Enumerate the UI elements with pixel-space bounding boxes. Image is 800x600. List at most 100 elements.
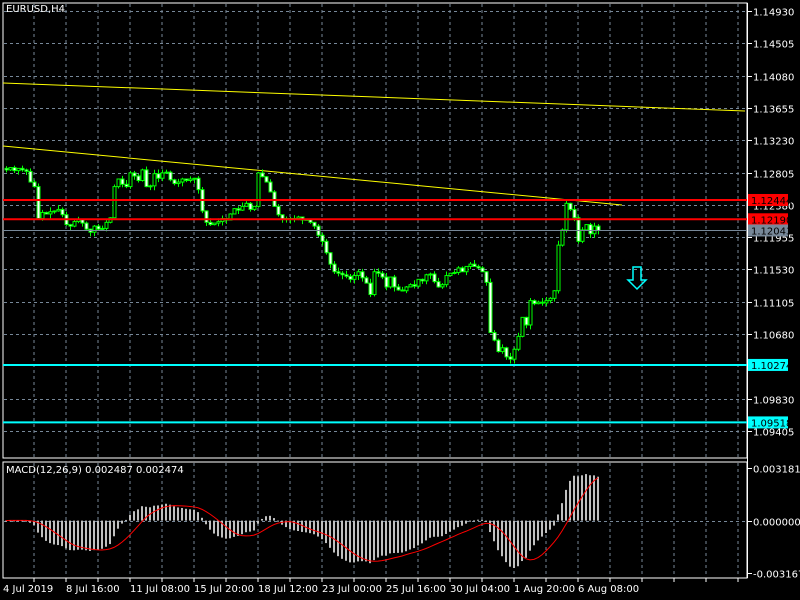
macd-histogram-bar bbox=[325, 520, 327, 544]
trendline bbox=[2, 82, 746, 112]
candle-bull bbox=[592, 225, 597, 235]
macd-histogram-bar bbox=[409, 520, 411, 550]
macd-histogram-bar bbox=[365, 520, 367, 562]
macd-histogram-bar bbox=[449, 520, 451, 532]
candle-bear bbox=[28, 170, 33, 183]
macd-histogram-bar bbox=[313, 520, 315, 535]
macd-histogram-bar bbox=[121, 520, 123, 524]
macd-histogram-bar bbox=[373, 520, 375, 561]
candle-bear bbox=[472, 263, 477, 267]
macd-histogram-bar bbox=[237, 520, 239, 536]
macd-histogram-bar bbox=[533, 520, 535, 546]
macd-histogram-bar bbox=[261, 518, 263, 521]
candle-bull bbox=[244, 202, 249, 207]
candle-bear bbox=[596, 225, 601, 231]
macd-histogram-bar bbox=[589, 475, 591, 521]
candle-bull bbox=[104, 221, 109, 229]
candle-bull bbox=[100, 227, 105, 230]
macd-histogram-bar bbox=[225, 520, 227, 539]
candle-bear bbox=[504, 347, 509, 358]
macd-histogram-bar bbox=[169, 504, 171, 521]
candle-bear bbox=[320, 234, 325, 242]
candle-bear bbox=[572, 208, 577, 219]
macd-histogram-bar bbox=[577, 476, 579, 521]
candle-bull bbox=[464, 265, 469, 273]
macd-histogram-bar bbox=[329, 520, 331, 548]
macd-histogram-bar bbox=[453, 520, 455, 530]
candle-bear bbox=[204, 210, 209, 223]
macd-histogram-bar bbox=[333, 520, 335, 553]
candle-bear bbox=[172, 179, 177, 185]
candle-bear bbox=[156, 173, 161, 179]
macd-histogram-bar bbox=[113, 520, 115, 537]
macd-histogram-bar bbox=[137, 509, 139, 521]
macd-histogram-bar bbox=[481, 519, 483, 521]
macd-histogram-bar bbox=[545, 520, 547, 534]
macd-histogram-bar bbox=[345, 520, 347, 561]
candle-bear bbox=[236, 208, 241, 211]
symbol-title: EURUSD,H4 bbox=[6, 4, 66, 15]
candle-bear bbox=[184, 178, 189, 182]
macd-histogram-bar bbox=[253, 520, 255, 531]
macd-histogram-bar bbox=[457, 520, 459, 528]
macd-histogram-bar bbox=[529, 520, 531, 551]
candle-bear bbox=[476, 265, 481, 269]
macd-histogram-bar bbox=[257, 520, 259, 524]
candle-bear bbox=[260, 172, 265, 178]
macd-histogram-bar bbox=[201, 517, 203, 521]
candle-bear bbox=[124, 183, 129, 188]
macd-histogram-bar bbox=[553, 520, 555, 526]
price-label: 1.12805 bbox=[753, 170, 794, 181]
macd-histogram-bar bbox=[385, 520, 387, 556]
macd-histogram-bar bbox=[377, 520, 379, 558]
macd-histogram-bar bbox=[381, 520, 383, 556]
candle-bear bbox=[400, 289, 405, 292]
support-price-label: 1.09518 bbox=[751, 418, 792, 429]
chart-canvas[interactable]: 4 Jul 2019 8 Jul 16:00 11 Jul 08:00 15 Jul … bbox=[0, 0, 800, 600]
macd-histogram-bar bbox=[401, 520, 403, 553]
candle-bear bbox=[340, 272, 345, 276]
candle-bear bbox=[488, 281, 493, 334]
candle-bear bbox=[60, 208, 65, 216]
macd-histogram-bar bbox=[513, 520, 515, 568]
time-label: 6 Aug 08:00 bbox=[578, 584, 639, 595]
macd-histogram-bar bbox=[153, 505, 155, 521]
candle-bull bbox=[188, 178, 193, 182]
candle-bull bbox=[8, 167, 13, 171]
candle-bull bbox=[192, 177, 197, 180]
macd-histogram-bar bbox=[309, 520, 311, 534]
candle-bear bbox=[396, 286, 401, 291]
candle-bear bbox=[4, 167, 9, 171]
macd-histogram-bar bbox=[557, 514, 559, 521]
price-label: 1.14080 bbox=[753, 73, 794, 84]
candle-bear bbox=[392, 276, 397, 288]
candle-bull bbox=[164, 171, 169, 174]
candle-bear bbox=[268, 181, 273, 193]
candle-bull bbox=[584, 224, 589, 231]
candle-bull bbox=[48, 211, 53, 215]
macd-histogram-bar bbox=[389, 520, 391, 554]
candle-bull bbox=[456, 267, 461, 274]
macd-histogram-bar bbox=[273, 518, 275, 521]
macd-histogram-bar bbox=[193, 509, 195, 521]
macd-histogram-bar bbox=[69, 520, 71, 551]
time-label: 4 Jul 2019 bbox=[3, 584, 53, 595]
macd-histogram-bar bbox=[341, 520, 343, 559]
candle-bear bbox=[380, 272, 385, 278]
trendline bbox=[2, 145, 623, 206]
price-label: 1.13655 bbox=[753, 105, 794, 116]
macd-histogram-bar bbox=[413, 520, 415, 549]
macd-histogram-bar bbox=[465, 520, 467, 524]
price-label: 1.09830 bbox=[753, 396, 794, 407]
macd-histogram-bar bbox=[45, 520, 47, 541]
time-label: 1 Aug 20:00 bbox=[514, 584, 575, 595]
macd-histogram-bar bbox=[197, 512, 199, 521]
macd-histogram-bar bbox=[505, 520, 507, 563]
arrow-down-icon bbox=[626, 266, 648, 291]
macd-histogram-bar bbox=[369, 520, 371, 564]
macd-histogram-bar bbox=[241, 520, 243, 535]
macd-histogram-bar bbox=[417, 520, 419, 546]
macd-histogram-bar bbox=[157, 505, 159, 521]
candle-bear bbox=[532, 300, 537, 305]
macd-histogram-bar bbox=[425, 520, 427, 541]
